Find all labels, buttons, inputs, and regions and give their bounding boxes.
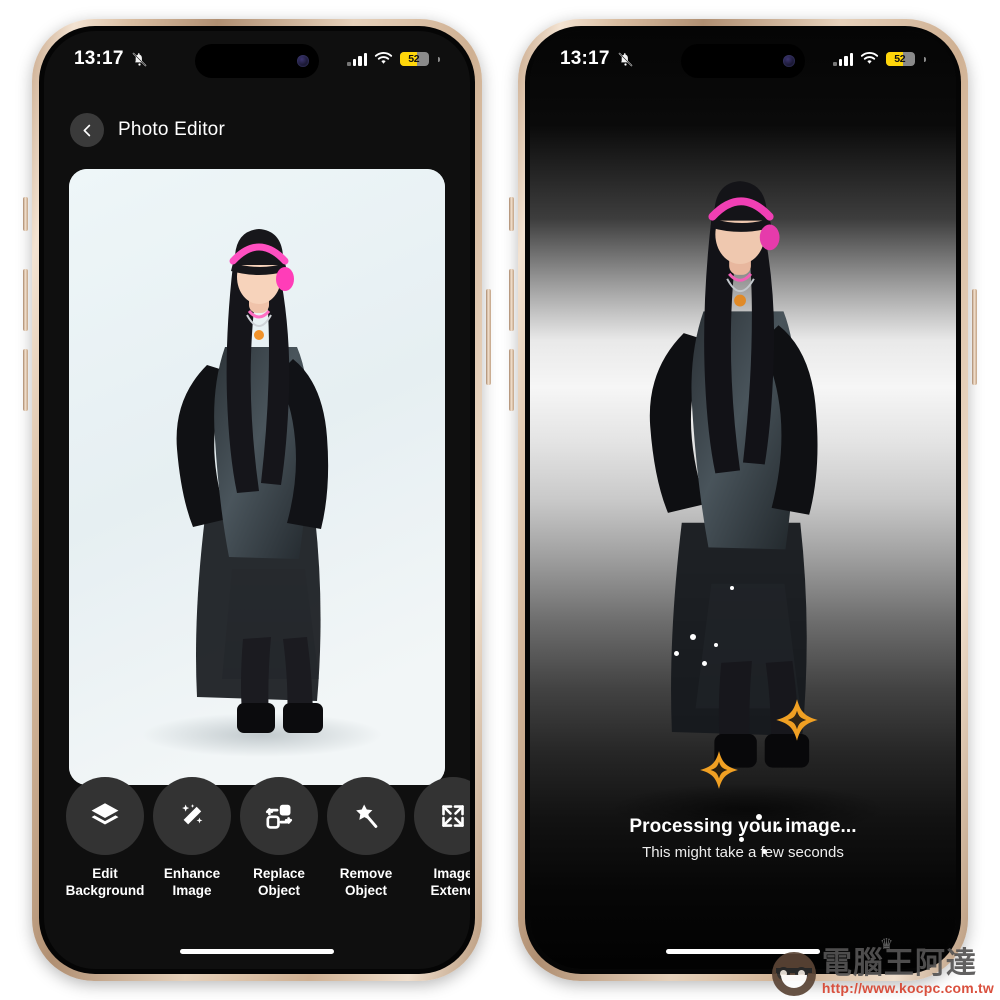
page-title: Photo Editor: [118, 119, 225, 140]
cellular-bars-icon: [347, 52, 368, 66]
tool-replace-object-button[interactable]: [240, 777, 318, 855]
status-time-group: 13:17: [74, 48, 148, 70]
tool-remove-object[interactable]: Remove Object: [327, 777, 405, 900]
tool-edit-background-label: Edit Background: [65, 866, 145, 899]
phone-bezel-right: 13:17 52 Processing your image... This m…: [525, 26, 961, 974]
battery-level-label: 52: [408, 53, 420, 65]
screenshot-stage: 13:17 52 Photo Editor Edit Background En…: [0, 0, 1000, 1000]
sparkle-dot: [730, 586, 734, 590]
four-point-star-icon: [700, 751, 738, 789]
crown-icon: ♛: [879, 935, 895, 953]
four-point-star-icon: [776, 699, 818, 741]
status-time-group: 13:17: [560, 48, 634, 70]
star-wand-icon: [356, 804, 378, 828]
bell-slash-icon: [618, 52, 632, 66]
sparkle-dot: [690, 634, 696, 640]
battery-indicator: 52: [400, 52, 430, 66]
battery-tip: [923, 56, 926, 62]
watermark-site-label: 電腦王阿達: [821, 946, 977, 981]
watermark-site-name: ♛ 電腦王阿達: [821, 937, 977, 981]
watermark-avatar-icon: [771, 952, 816, 996]
battery-tip: [437, 56, 440, 62]
screen-right: 13:17 52 Processing your image... This m…: [530, 31, 956, 969]
tool-replace-object[interactable]: Replace Object: [240, 777, 318, 900]
tool-image-extend-button[interactable]: [414, 777, 470, 855]
editor-toolbar[interactable]: Edit Background Enhance Image Replace Ob…: [44, 777, 470, 917]
replace-object-icon: [265, 804, 293, 829]
processing-status: Processing your image... This might take…: [530, 816, 956, 861]
dynamic-island[interactable]: [681, 44, 805, 78]
magic-wand-sparkle-icon: [182, 804, 203, 825]
action-button[interactable]: [509, 197, 514, 231]
tool-edit-background[interactable]: Edit Background: [66, 777, 144, 900]
sparkle-dot: [702, 661, 707, 666]
cellular-bars-icon: [833, 52, 854, 66]
watermark-url: http://www.kocpc.com.tw: [821, 980, 994, 996]
home-indicator[interactable]: [180, 948, 334, 954]
tool-enhance-image-button[interactable]: [153, 777, 231, 855]
layers-icon: [91, 803, 119, 825]
processing-title: Processing your image...: [629, 816, 857, 837]
volume-down-button[interactable]: [509, 349, 514, 411]
power-button[interactable]: [486, 289, 491, 385]
watermark: ♛ 電腦王阿達 http://www.kocpc.com.tw: [771, 937, 994, 997]
wifi-icon: [375, 52, 393, 64]
wifi-icon: [861, 52, 879, 64]
model-photo: [69, 169, 445, 785]
power-button[interactable]: [972, 289, 977, 385]
tool-enhance-image-label: Enhance Image: [163, 866, 221, 899]
tool-image-extend-label: Image Extend: [430, 866, 470, 899]
sparkle-dot: [674, 651, 679, 656]
screen-left: 13:17 52 Photo Editor Edit Background En…: [44, 31, 470, 969]
tool-remove-object-label: Remove Object: [339, 866, 393, 899]
tool-replace-object-label: Replace Object: [253, 866, 305, 899]
expand-arrows-icon: [442, 805, 464, 827]
status-time: 13:17: [560, 48, 610, 69]
back-button[interactable]: [70, 113, 104, 147]
volume-down-button[interactable]: [23, 349, 28, 411]
phone-left: 13:17 52 Photo Editor Edit Background En…: [23, 19, 491, 981]
bell-slash-icon: [132, 52, 146, 66]
processing-subtitle: This might take a few seconds: [642, 844, 844, 861]
app-header: Photo Editor: [44, 103, 470, 157]
photo-preview-card[interactable]: [69, 169, 445, 785]
action-button[interactable]: [23, 197, 28, 231]
tool-image-extend[interactable]: Image Extend: [414, 777, 470, 900]
phone-right: 13:17 52 Processing your image... This m…: [509, 19, 977, 981]
status-time: 13:17: [74, 48, 124, 69]
status-indicators: 52: [347, 52, 440, 66]
phone-bezel-left: 13:17 52 Photo Editor Edit Background En…: [39, 26, 475, 974]
sparkle-dot: [714, 643, 718, 647]
dynamic-island[interactable]: [195, 44, 319, 78]
tool-remove-object-button[interactable]: [327, 777, 405, 855]
watermark-text: ♛ 電腦王阿達 http://www.kocpc.com.tw: [821, 937, 994, 997]
chevron-left-icon: [83, 124, 90, 136]
volume-up-button[interactable]: [509, 269, 514, 331]
battery-indicator: 52: [886, 52, 916, 66]
front-camera-icon: [297, 55, 309, 67]
status-indicators: 52: [833, 52, 926, 66]
tool-edit-background-button[interactable]: [66, 777, 144, 855]
tool-enhance-image[interactable]: Enhance Image: [153, 777, 231, 900]
front-camera-icon: [783, 55, 795, 67]
volume-up-button[interactable]: [23, 269, 28, 331]
battery-level-label: 52: [894, 53, 906, 65]
